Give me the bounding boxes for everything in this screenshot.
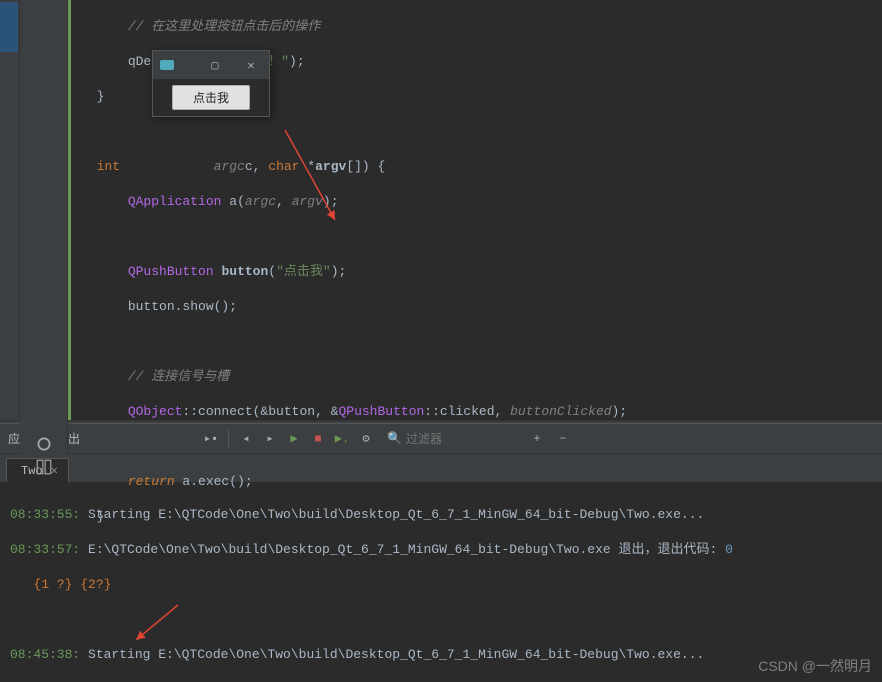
keyword: int [97, 159, 120, 174]
layout-icon[interactable] [35, 458, 53, 476]
string-literal: "点击我" [276, 264, 331, 279]
code-editor[interactable]: 5 6 7 8 9 10 11 12 13 14 15 16 17 18 19 … [20, 0, 882, 420]
comment-text: 连接信号与槽 [151, 369, 229, 384]
class-name: QPushButton [128, 264, 214, 279]
log-line: Starting E:\QTCode\One\Two\build\Desktop… [88, 647, 704, 662]
param: argv [315, 159, 346, 174]
param: argc [214, 159, 245, 174]
debug-icon[interactable] [35, 435, 53, 453]
class-name: QObject [128, 404, 183, 419]
watermark: CSDN @一然明月 [758, 656, 872, 676]
comment-text: 在这里处理按钮点击后的操作 [151, 19, 320, 34]
param: argc [245, 194, 276, 209]
param: argv [292, 194, 323, 209]
popup-titlebar[interactable]: ▢ ✕ [153, 51, 269, 79]
class-name: QApplication [128, 194, 222, 209]
left-activity-bar[interactable] [0, 0, 20, 420]
maximize-button[interactable]: ▢ [197, 51, 233, 79]
param: buttonClicked [510, 404, 611, 419]
activity-tab[interactable] [0, 2, 18, 52]
timestamp: 08:33:57: [10, 542, 88, 557]
keyword: return [128, 474, 175, 489]
timestamp: 08:33:55: [10, 507, 88, 522]
app-popup-window[interactable]: ▢ ✕ 点击我 [152, 50, 270, 117]
click-me-button[interactable]: 点击我 [172, 85, 250, 110]
close-button[interactable]: ✕ [233, 51, 269, 79]
app-icon [153, 51, 181, 79]
class-name: QPushButton [338, 404, 424, 419]
code-stmt: button.show(); [128, 299, 237, 314]
timestamp: 08:45:38: [10, 647, 88, 662]
keyword: char [268, 159, 299, 174]
var: a [229, 194, 237, 209]
